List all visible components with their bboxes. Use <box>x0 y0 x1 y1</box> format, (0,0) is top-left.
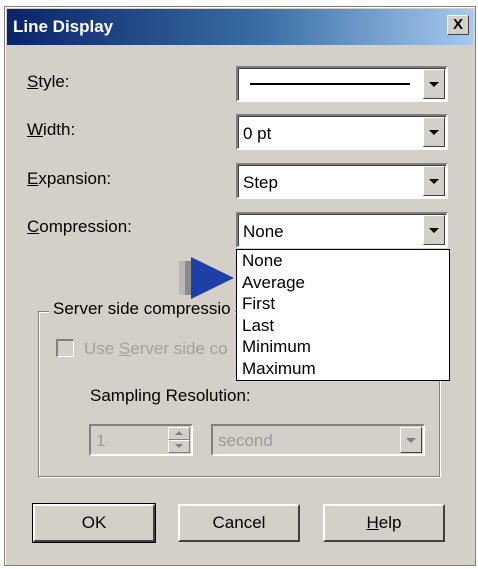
compression-option-minimum[interactable]: Minimum <box>237 336 449 358</box>
compression-option-maximum[interactable]: Maximum <box>237 358 449 380</box>
expansion-value: Step <box>243 173 278 192</box>
spin-up-button[interactable] <box>168 427 190 440</box>
blue-arrow-icon <box>176 254 236 302</box>
help-button[interactable]: Help <box>323 504 445 542</box>
use-server-side-compression-label: Use Server side co <box>84 339 228 358</box>
compression-option-last[interactable]: Last <box>237 315 449 337</box>
close-button[interactable]: X <box>447 15 469 35</box>
sampling-resolution-label: Sampling Resolution: <box>90 386 251 405</box>
compression-option-first[interactable]: First <box>237 293 449 315</box>
dialog-title: Line Display <box>13 17 114 36</box>
cancel-button[interactable]: Cancel <box>178 504 300 542</box>
sampling-resolution-spinner[interactable]: 1 <box>89 424 193 456</box>
compression-option-none[interactable]: None <box>237 250 449 272</box>
compression-option-average[interactable]: Average <box>237 272 449 294</box>
sampling-unit-combo[interactable]: second <box>211 424 425 456</box>
sampling-resolution-value: 1 <box>96 431 106 450</box>
use-server-side-compression-checkbox[interactable] <box>56 339 74 357</box>
compression-value: None <box>243 222 284 241</box>
expansion-label: Expansion: <box>27 169 112 188</box>
style-dropdown-button[interactable] <box>423 69 445 99</box>
width-dropdown-button[interactable] <box>423 117 445 147</box>
width-label: Width: <box>27 120 76 139</box>
width-combo[interactable]: 0 pt <box>236 114 448 150</box>
compression-combo[interactable]: None <box>236 212 448 248</box>
sampling-unit-value: second <box>218 431 273 450</box>
compression-label: Compression: <box>27 217 132 236</box>
ok-button[interactable]: OK <box>32 503 156 543</box>
sampling-unit-dropdown-button[interactable] <box>400 427 422 453</box>
style-combo[interactable] <box>236 66 448 102</box>
expansion-dropdown-button[interactable] <box>423 166 445 196</box>
compression-dropdown-list[interactable]: None Average First Last Minimum Maximum <box>236 249 450 381</box>
width-value: 0 pt <box>243 124 272 143</box>
compression-dropdown-button[interactable] <box>423 215 445 245</box>
style-label: Style: <box>27 72 70 91</box>
spin-down-button[interactable] <box>168 440 190 453</box>
line-style-preview <box>250 83 410 85</box>
title-bar: Line Display X <box>7 9 473 45</box>
expansion-combo[interactable]: Step <box>236 163 448 199</box>
server-side-compression-caption: Server side compressio <box>49 299 235 319</box>
